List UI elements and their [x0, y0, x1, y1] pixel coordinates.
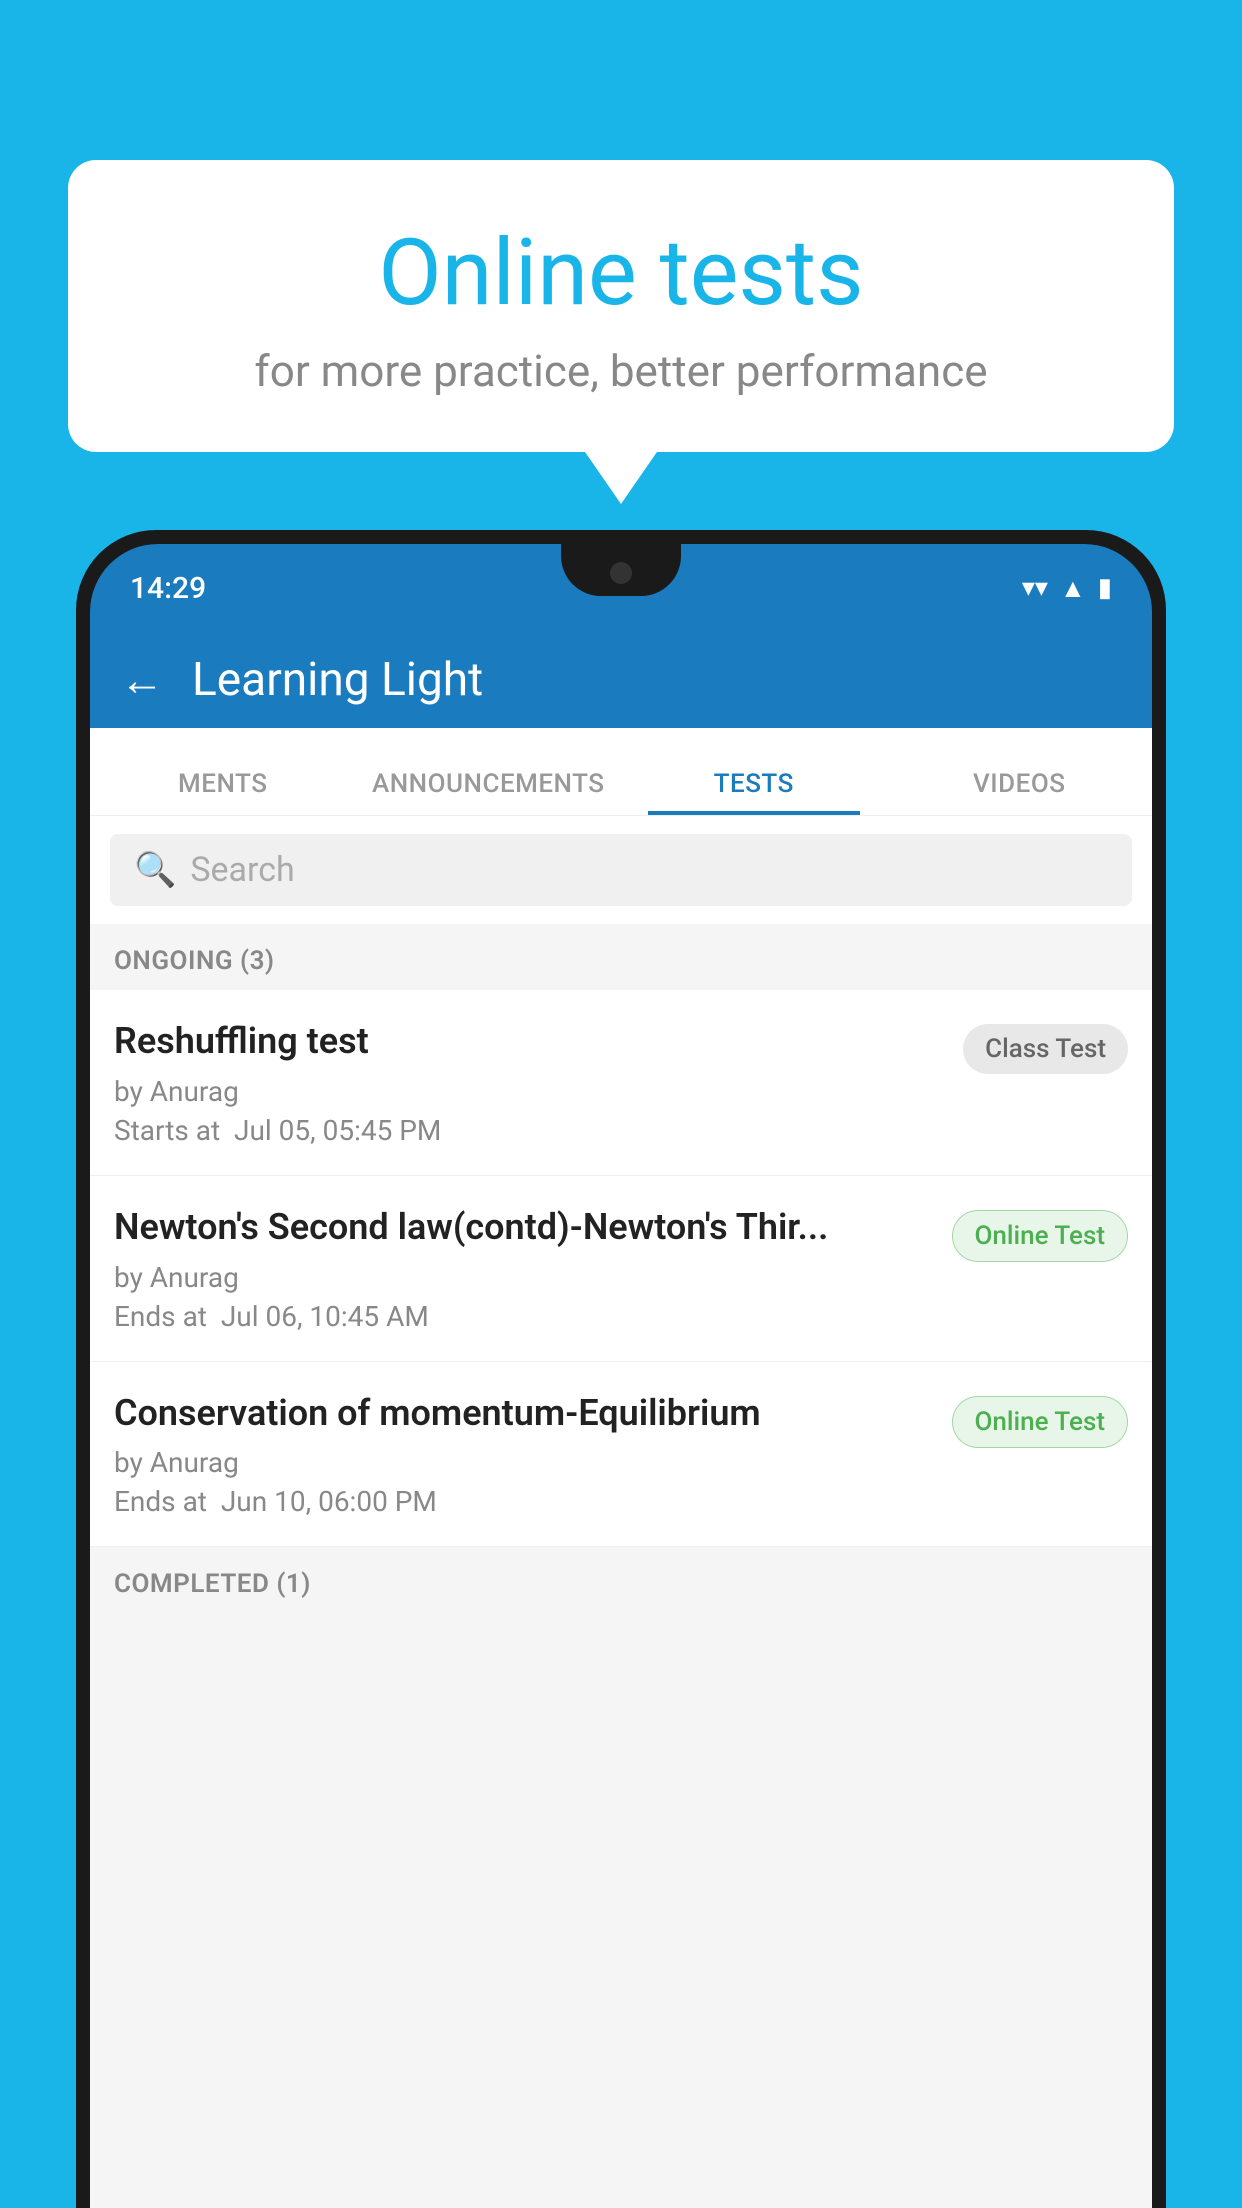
phone-frame: 14:29 ▾▾ ▲ ▮ ← Learning Light MENTS ANNO… [76, 530, 1166, 2208]
online-test-badge-2: Online Test [952, 1396, 1129, 1448]
tab-ments[interactable]: MENTS [90, 769, 356, 815]
test-time: Ends at Jul 06, 10:45 AM [114, 1300, 932, 1333]
online-test-badge: Online Test [952, 1210, 1129, 1262]
signal-icon: ▲ [1060, 573, 1086, 604]
test-author: by Anurag [114, 1075, 943, 1108]
notch-cutout [561, 544, 681, 596]
test-name: Reshuffling test [114, 1018, 943, 1065]
speech-bubble: Online tests for more practice, better p… [68, 160, 1174, 452]
content-area: 🔍 Search ONGOING (3) Reshuffling test by… [90, 816, 1152, 2208]
camera-dot [610, 562, 632, 584]
test-time: Ends at Jun 10, 06:00 PM [114, 1485, 932, 1518]
tabs-bar: MENTS ANNOUNCEMENTS TESTS VIDEOS [90, 728, 1152, 816]
test-info: Newton's Second law(contd)-Newton's Thir… [114, 1204, 952, 1333]
status-bar: 14:29 ▾▾ ▲ ▮ [90, 544, 1152, 632]
tab-videos[interactable]: VIDEOS [887, 769, 1153, 815]
test-item[interactable]: Newton's Second law(contd)-Newton's Thir… [90, 1176, 1152, 1362]
app-title: Learning Light [192, 653, 483, 707]
back-button[interactable]: ← [120, 654, 164, 706]
bubble-subtitle: for more practice, better performance [118, 345, 1124, 397]
search-container: 🔍 Search [90, 816, 1152, 924]
bubble-title: Online tests [118, 220, 1124, 327]
app-header: ← Learning Light [90, 632, 1152, 728]
battery-icon: ▮ [1098, 573, 1112, 603]
phone-inner: 14:29 ▾▾ ▲ ▮ ← Learning Light MENTS ANNO… [90, 544, 1152, 2208]
test-info: Reshuffling test by Anurag Starts at Jul… [114, 1018, 963, 1147]
completed-section-header: COMPLETED (1) [90, 1547, 1152, 1613]
test-name: Newton's Second law(contd)-Newton's Thir… [114, 1204, 932, 1251]
status-icons: ▾▾ ▲ ▮ [1022, 573, 1112, 604]
test-info: Conservation of momentum-Equilibrium by … [114, 1390, 952, 1519]
test-author: by Anurag [114, 1446, 932, 1479]
test-author: by Anurag [114, 1261, 932, 1294]
test-time: Starts at Jul 05, 05:45 PM [114, 1114, 943, 1147]
search-placeholder-text: Search [190, 850, 294, 890]
test-item[interactable]: Conservation of momentum-Equilibrium by … [90, 1362, 1152, 1548]
wifi-icon: ▾▾ [1022, 573, 1048, 603]
status-time: 14:29 [130, 571, 206, 606]
tab-announcements[interactable]: ANNOUNCEMENTS [356, 769, 622, 815]
test-item[interactable]: Reshuffling test by Anurag Starts at Jul… [90, 990, 1152, 1176]
ongoing-section-header: ONGOING (3) [90, 924, 1152, 990]
tab-tests[interactable]: TESTS [621, 769, 887, 815]
search-bar[interactable]: 🔍 Search [110, 834, 1132, 906]
test-list: Reshuffling test by Anurag Starts at Jul… [90, 990, 1152, 1547]
class-test-badge: Class Test [963, 1024, 1128, 1074]
search-icon: 🔍 [134, 850, 176, 890]
test-name: Conservation of momentum-Equilibrium [114, 1390, 932, 1437]
